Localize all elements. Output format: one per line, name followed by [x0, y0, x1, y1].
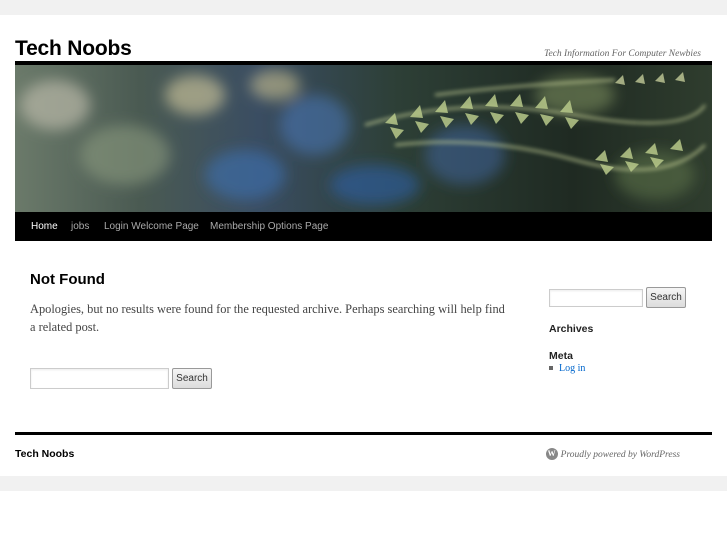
meta-list-item: Log in [549, 363, 585, 374]
main-navigation: Home jobs Login Welcome Page Membership … [15, 212, 712, 241]
page-title: Not Found [30, 271, 105, 288]
sidebar-search-input[interactable] [549, 289, 643, 307]
nav-item-jobs[interactable]: jobs [71, 212, 89, 241]
bullet-icon [549, 365, 553, 370]
meta-widget-title: Meta [549, 350, 573, 362]
meta-list: Log in [549, 363, 585, 374]
archives-widget-title: Archives [549, 323, 594, 335]
content-search-button[interactable]: Search [172, 368, 212, 389]
footer-site-title[interactable]: Tech Noobs [15, 448, 74, 460]
site-description: Tech Information For Computer Newbies [544, 49, 701, 59]
header-banner-image [15, 65, 712, 212]
nav-item-login-welcome-page[interactable]: Login Welcome Page [104, 212, 199, 241]
powered-by-link[interactable]: Proudly powered by WordPress [561, 450, 680, 460]
powered-by: W Proudly powered by WordPress [545, 448, 680, 461]
bottom-background-band [0, 476, 727, 491]
wordpress-icon: W [545, 448, 558, 460]
login-link[interactable]: Log in [559, 363, 585, 374]
site-title[interactable]: Tech Noobs [15, 37, 132, 61]
nav-item-home[interactable]: Home [31, 212, 58, 241]
nav-item-membership-options-page[interactable]: Membership Options Page [210, 212, 328, 241]
footer-divider [15, 432, 712, 435]
content-search-input[interactable] [30, 368, 169, 389]
top-background-band [0, 0, 727, 15]
not-found-message: Apologies, but no results were found for… [30, 302, 505, 334]
sidebar-search-button[interactable]: Search [646, 287, 686, 308]
